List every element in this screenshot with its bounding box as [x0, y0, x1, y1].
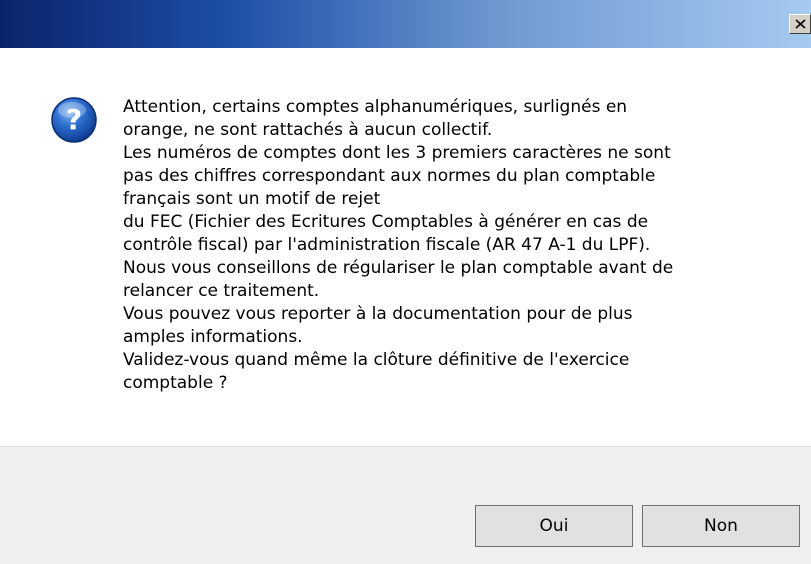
message-line: contrôle fiscal) par l'administration fi… — [123, 235, 651, 255]
message-line: Vous pouvez vous reporter à la documenta… — [123, 304, 633, 324]
message-line: Validez-vous quand même la clôture défin… — [123, 350, 630, 370]
message-line: Attention, certains comptes alphanumériq… — [123, 97, 628, 117]
message-line: Les numéros de comptes dont les 3 premie… — [123, 143, 671, 163]
close-button[interactable] — [789, 14, 811, 34]
message-line: pas des chiffres correspondant aux norme… — [123, 166, 656, 186]
dialog-content: ? Attention, certains comptes alphanumér… — [0, 48, 811, 446]
svg-text:?: ? — [66, 103, 82, 136]
message-line: orange, ne sont rattachés à aucun collec… — [123, 120, 493, 140]
message-line: comptable ? — [123, 373, 228, 393]
message-line: amples informations. — [123, 327, 303, 347]
title-bar[interactable] — [0, 0, 811, 48]
message-line: relancer ce traitement. — [123, 281, 320, 301]
close-icon — [795, 19, 806, 29]
button-bar: Oui Non — [0, 446, 811, 564]
message-text: Attention, certains comptes alphanumériq… — [123, 96, 773, 395]
question-icon: ? — [50, 96, 98, 144]
message-line: du FEC (Fichier des Ecritures Comptables… — [123, 212, 649, 232]
yes-button[interactable]: Oui — [475, 505, 633, 547]
no-button[interactable]: Non — [642, 505, 800, 547]
message-line: Nous vous conseillons de régulariser le … — [123, 258, 674, 278]
message-line: français sont un motif de rejet — [123, 189, 381, 209]
message-dialog: ? Attention, certains comptes alphanumér… — [0, 0, 811, 564]
